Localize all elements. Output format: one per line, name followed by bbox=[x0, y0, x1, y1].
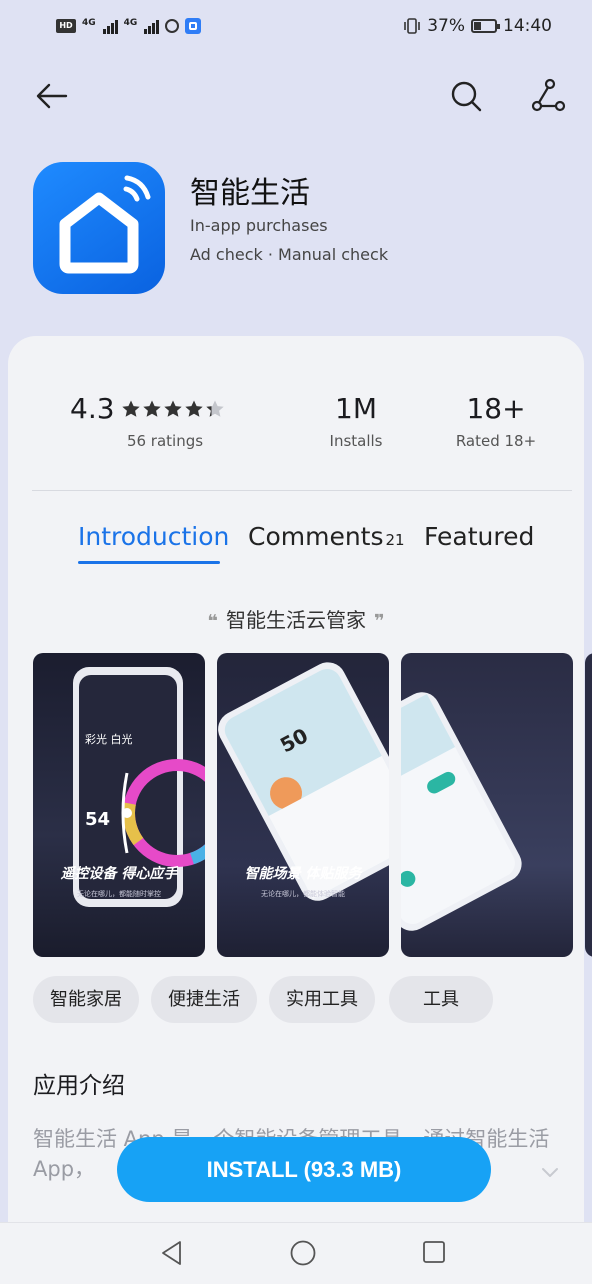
tab-introduction-label: Introduction bbox=[78, 522, 230, 551]
share-icon bbox=[531, 78, 566, 112]
svg-text:54: 54 bbox=[85, 809, 110, 830]
app-icon bbox=[33, 162, 165, 294]
screenshot-1[interactable]: 彩光 白光 54 遥控设备 得心应手 无论在哪儿，都能随时掌控 bbox=[33, 653, 205, 957]
star-icon bbox=[142, 400, 161, 417]
screenshot-3[interactable] bbox=[401, 653, 573, 957]
tab-featured[interactable]: Featured bbox=[424, 522, 534, 551]
screenshot-4-partial[interactable] bbox=[585, 653, 592, 957]
installs-label: Installs bbox=[329, 432, 383, 450]
intro-title: 应用介绍 bbox=[33, 1073, 125, 1099]
tab-introduction[interactable]: Introduction bbox=[78, 522, 229, 551]
screenshot-2-caption: 智能场景 体贴服务 bbox=[244, 866, 362, 882]
tagline: ❝ 智能生活云管家 ❞ bbox=[0, 604, 592, 633]
installs-value: 1M bbox=[335, 392, 377, 425]
search-button[interactable] bbox=[446, 76, 486, 116]
tag-chip[interactable]: 工具 bbox=[389, 976, 493, 1023]
vibrate-icon bbox=[404, 18, 421, 34]
star-icon bbox=[163, 400, 182, 417]
tag-chip[interactable]: 智能家居 bbox=[33, 976, 139, 1023]
notification-app-icon bbox=[185, 18, 202, 34]
rating-value: 4.3 bbox=[70, 392, 115, 425]
age-rating-label: Rated 18+ bbox=[455, 432, 537, 450]
ratings-count: 56 ratings bbox=[126, 432, 204, 450]
signal1-label: 4G bbox=[82, 18, 96, 28]
tagline-text: 智能生活云管家 bbox=[226, 608, 366, 632]
search-icon bbox=[451, 81, 482, 112]
alarm-icon bbox=[165, 19, 180, 33]
nav-home-icon[interactable] bbox=[290, 1240, 316, 1266]
chevron-down-icon[interactable] bbox=[540, 1162, 560, 1182]
open-quote-icon: ❝ bbox=[207, 611, 218, 632]
screenshot-2-subcaption: 无论在哪儿，都能体验智能 bbox=[261, 890, 345, 898]
divider bbox=[32, 490, 572, 491]
in-app-purchases-label: In-app purchases bbox=[190, 216, 328, 235]
back-arrow-icon bbox=[36, 83, 68, 109]
nav-recent-icon[interactable] bbox=[422, 1240, 446, 1264]
screenshot-2-image: 50 bbox=[218, 662, 389, 901]
app-home-icon bbox=[59, 175, 151, 274]
nav-back-icon[interactable] bbox=[160, 1240, 184, 1266]
tag-chip[interactable]: 实用工具 bbox=[269, 976, 375, 1023]
tab-featured-label: Featured bbox=[424, 522, 535, 551]
screenshot-1-caption: 遥控设备 得心应手 bbox=[60, 866, 178, 882]
app-name: 智能生活 bbox=[190, 176, 310, 211]
star-icon bbox=[184, 400, 203, 417]
screenshot-1-image: 彩光 白光 54 bbox=[73, 667, 205, 907]
comments-count: 21 bbox=[385, 531, 405, 549]
svg-text:彩光 白光: 彩光 白光 bbox=[85, 732, 133, 746]
close-quote-icon: ❞ bbox=[374, 611, 385, 632]
signal2-icon bbox=[144, 18, 160, 34]
active-tab-indicator bbox=[78, 561, 220, 564]
status-left: HD 4G 4G bbox=[56, 18, 202, 34]
clock: 14:40 bbox=[503, 16, 552, 36]
battery-percent: 37% bbox=[427, 16, 465, 36]
back-button[interactable] bbox=[32, 76, 72, 116]
install-button[interactable]: INSTALL (93.3 MB) bbox=[117, 1137, 491, 1202]
battery-icon bbox=[471, 19, 500, 33]
signal2-label: 4G bbox=[123, 18, 138, 28]
tab-comments-label: Comments bbox=[248, 522, 384, 551]
tab-comments[interactable]: Comments 21 bbox=[248, 522, 405, 551]
hd-icon: HD bbox=[56, 19, 76, 33]
screenshot-1-subcaption: 无论在哪儿，都能随时掌控 bbox=[77, 890, 161, 898]
share-button[interactable] bbox=[528, 76, 568, 116]
rating-stat: 4.3 bbox=[70, 392, 225, 425]
status-bar: HD 4G 4G 37% 14:40 bbox=[0, 0, 592, 56]
star-rating bbox=[121, 399, 225, 419]
screenshot-3-image bbox=[401, 692, 522, 931]
age-rating-value: 18+ bbox=[466, 392, 526, 425]
star-icon bbox=[205, 400, 224, 417]
checks-label: Ad check · Manual check bbox=[190, 245, 389, 264]
tag-chip[interactable]: 便捷生活 bbox=[151, 976, 257, 1023]
screenshot-2[interactable]: 50 智能场景 体贴服务 无论在哪儿，都能体验智能 bbox=[217, 653, 389, 957]
status-right: 37% 14:40 bbox=[403, 16, 552, 36]
star-icon bbox=[121, 400, 140, 417]
signal1-icon bbox=[102, 18, 118, 34]
